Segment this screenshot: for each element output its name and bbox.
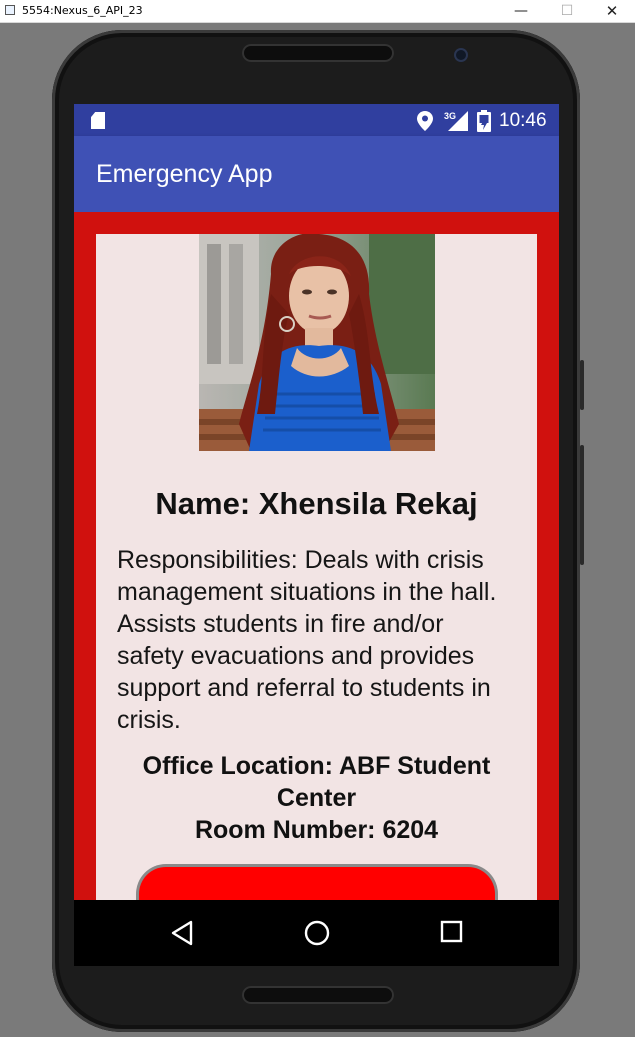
emulator-app-icon — [5, 5, 15, 15]
office-info: Office Location: ABF Student Center Room… — [116, 750, 517, 846]
room-number: Room Number: 6204 — [194, 816, 439, 844]
minimize-button[interactable]: — — [498, 0, 544, 22]
action-button[interactable] — [136, 864, 498, 900]
app-bar: Emergency App — [74, 136, 559, 212]
bottom-speaker — [242, 986, 394, 1004]
sd-card-icon — [91, 112, 105, 129]
status-bar: 3G 10:46 — [74, 104, 559, 136]
signal-icon: 3G — [444, 111, 468, 131]
home-icon[interactable] — [303, 919, 331, 947]
content-area[interactable]: Name: Xhensila Rekaj Responsibilities: D… — [74, 212, 559, 900]
front-camera — [454, 48, 468, 62]
network-type-label: 3G — [444, 111, 456, 121]
office-location: Office Location: ABF Student Center — [142, 752, 491, 812]
maximize-button[interactable]: ☐ — [544, 0, 590, 22]
top-speaker — [242, 44, 394, 62]
person-photo — [199, 234, 435, 451]
responsibilities-text: Responsibilities: Deals with crisis mana… — [117, 546, 497, 734]
power-button[interactable] — [580, 445, 584, 565]
phone-screen: 3G 10:46 Emergency App Name: Xhensila Re… — [74, 104, 559, 966]
contact-name: Name: Xhensila Rekaj — [155, 486, 478, 521]
app-title: Emergency App — [96, 160, 273, 188]
volume-button[interactable] — [580, 360, 584, 410]
navigation-bar — [74, 900, 559, 966]
back-icon[interactable] — [170, 920, 194, 946]
profile-card: Name: Xhensila Rekaj Responsibilities: D… — [96, 234, 537, 900]
emulator-title-bar: 5554:Nexus_6_API_23 — ☐ ✕ — [0, 0, 635, 23]
recent-apps-icon[interactable] — [440, 920, 464, 944]
battery-icon — [477, 110, 491, 132]
clock: 10:46 — [499, 110, 547, 131]
emulator-window-title: 5554:Nexus_6_API_23 — [22, 4, 143, 17]
close-button[interactable]: ✕ — [589, 0, 635, 22]
location-icon — [417, 111, 433, 131]
